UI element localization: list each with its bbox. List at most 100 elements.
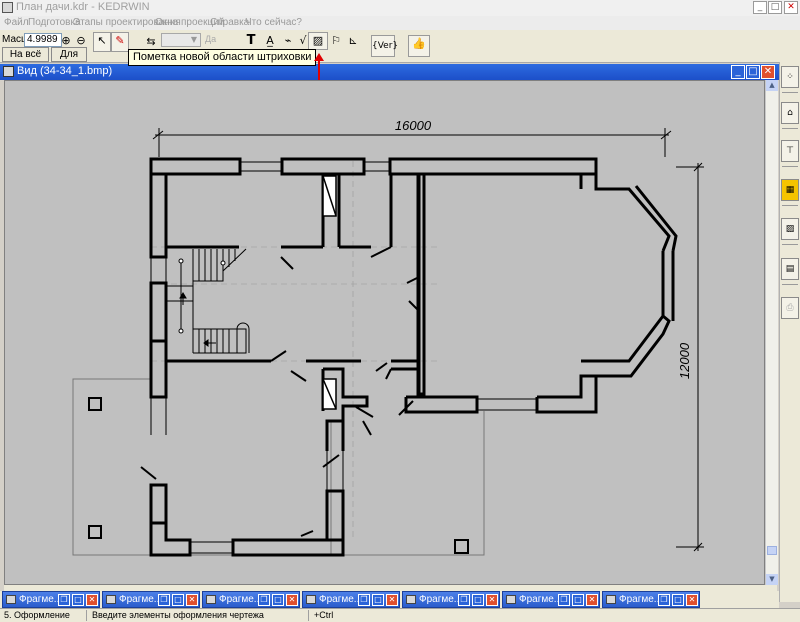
fragment-close-button[interactable]: ✕ (486, 594, 498, 606)
fragment-restore-button[interactable]: ❐ (458, 594, 470, 606)
house-outline-icon: ⌂ (787, 108, 793, 118)
fragment-restore-button[interactable]: ❐ (358, 594, 370, 606)
fragment-maximize-button[interactable]: □ (672, 594, 684, 606)
scroll-up-button[interactable]: ▲ (766, 80, 778, 91)
thumbs-up-icon: 👍 (412, 37, 426, 50)
fit-window-button[interactable]: На всё окно (2, 47, 49, 74)
stairs (166, 248, 250, 354)
dimension-height-label: 12000 (677, 342, 692, 379)
zoom-in-icon: ⊕ (61, 34, 71, 47)
columns (88, 397, 469, 554)
fragment-tab[interactable]: Фрагме... ❐ □ ✕ (102, 591, 200, 608)
scroll-thumb[interactable] (767, 546, 777, 555)
stage-2-button[interactable]: ⌂ (781, 102, 799, 124)
scroll-down-button[interactable]: ▼ (766, 574, 778, 585)
fragment-icon (106, 595, 116, 604)
fragment-restore-button[interactable]: ❐ (58, 594, 70, 606)
fragment-maximize-button[interactable]: □ (572, 594, 584, 606)
fragment-tab[interactable]: Фрагме... ❐ □ ✕ (602, 591, 700, 608)
building-icon: ▦ (785, 185, 795, 195)
fragment-label: Фрагме... (319, 594, 363, 605)
menu-file[interactable]: Файл (4, 17, 29, 28)
hatch-tool[interactable]: ▨ (308, 32, 328, 50)
fragment-tab[interactable]: Фрагме... ❐ □ ✕ (402, 591, 500, 608)
roughness-icon: √ (299, 34, 307, 47)
fragment-close-button[interactable]: ✕ (686, 594, 698, 606)
fragment-maximize-button[interactable]: □ (372, 594, 384, 606)
stage-6-button[interactable]: ▤ (781, 258, 799, 280)
fragment-maximize-button[interactable]: □ (472, 594, 484, 606)
stage-4-button[interactable]: ▦ (781, 179, 799, 201)
fragment-icon (6, 595, 16, 604)
walls (149, 157, 678, 557)
fragment-icon (406, 595, 416, 604)
menu-what-now[interactable]: Что сейчас? (245, 17, 302, 28)
fragment-restore-button[interactable]: ❐ (158, 594, 170, 606)
base-tool[interactable]: ⊾ (343, 32, 363, 50)
doc-minimize-button[interactable]: _ (731, 65, 745, 79)
layer-select[interactable]: ▼ (161, 33, 201, 47)
vertical-scrollbar[interactable]: ▲ ▼ (765, 80, 778, 585)
drawing-canvas[interactable]: 16000 12000 (4, 80, 765, 585)
disabled-button: Да (205, 34, 217, 44)
fragment-restore-button[interactable]: ❐ (558, 594, 570, 606)
fragment-close-button[interactable]: ✕ (386, 594, 398, 606)
status-stage: 5. Оформление (0, 610, 87, 621)
zoom-out-icon: ⊖ (76, 34, 86, 47)
fragment-maximize-button[interactable]: □ (172, 594, 184, 606)
fragment-tab[interactable]: Фрагме... ❐ □ ✕ (2, 591, 100, 608)
stair-nodes (178, 258, 226, 334)
minimize-button[interactable]: _ (753, 1, 767, 14)
doc-maximize-button[interactable]: □ (746, 65, 760, 79)
app-titlebar: План дачи.kdr - KEDRWIN _ □ ✕ (0, 0, 800, 16)
panel-divider (782, 284, 798, 289)
panel-divider (782, 92, 798, 97)
hatch-stage-icon: ▨ (785, 224, 795, 234)
ver-button[interactable]: {Ver} (371, 35, 398, 57)
fragment-label: Фрагме... (619, 594, 663, 605)
fragment-close-button[interactable]: ✕ (286, 594, 298, 606)
floor-plan: 16000 12000 (72, 118, 704, 557)
foundation-outline (72, 378, 485, 556)
fragment-tab[interactable]: Фрагме... ❐ □ ✕ (202, 591, 300, 608)
status-modifier: +Ctrl (314, 610, 334, 620)
fragment-close-button[interactable]: ✕ (586, 594, 598, 606)
close-button[interactable]: ✕ (784, 1, 798, 14)
maximize-button[interactable]: □ (768, 1, 782, 14)
menu-help[interactable]: Справка (210, 17, 249, 28)
fragment-tab[interactable]: Фрагме... ❐ □ ✕ (502, 591, 600, 608)
text-leader-tool[interactable]: A̲ (260, 32, 280, 50)
delete-tool[interactable]: ✎ (111, 32, 129, 52)
stage-1-button[interactable]: ⁘ (781, 66, 799, 88)
doc-close-button[interactable]: ✕ (761, 65, 775, 79)
eraser-icon: ✎ (115, 34, 125, 47)
fragment-maximize-button[interactable]: □ (272, 594, 284, 606)
arrow-up-icon: ▲ (769, 81, 775, 89)
fragment-label: Фрагме... (419, 594, 463, 605)
fragment-label: Фрагме... (119, 594, 163, 605)
document-title: Вид (34-34_1.bmp) (17, 65, 113, 77)
flag-icon: ⚐ (331, 34, 341, 47)
dimension-icon: ⌁ (284, 34, 292, 47)
fragment-close-button[interactable]: ✕ (186, 594, 198, 606)
stage-5-button[interactable]: ▨ (781, 218, 799, 240)
pointer-icon: ↖ (97, 34, 107, 47)
fragment-tab[interactable]: Фрагме... ❐ □ ✕ (302, 591, 400, 608)
document-icon: ▤ (785, 264, 795, 274)
for-all-button[interactable]: Для всех (51, 47, 87, 74)
text-tool[interactable]: T (241, 32, 261, 50)
text-leader-icon: A̲ (266, 34, 274, 47)
fragment-restore-button[interactable]: ❐ (258, 594, 270, 606)
fragment-bar: Фрагме... ❐ □ ✕ Фрагме... ❐ □ ✕ Фрагме..… (0, 591, 779, 608)
fragment-restore-button[interactable]: ❐ (658, 594, 670, 606)
app-icon (2, 2, 13, 13)
fragment-maximize-button[interactable]: □ (72, 594, 84, 606)
app-title: План дачи.kdr - KEDRWIN (16, 1, 150, 13)
ok-button[interactable]: 👍 (408, 35, 430, 57)
stage-3-button[interactable]: ⊤ (781, 140, 799, 162)
fragment-close-button[interactable]: ✕ (86, 594, 98, 606)
print-button[interactable]: ⎙ (781, 297, 799, 319)
dimension-width-label: 16000 (395, 118, 432, 133)
select-tool[interactable]: ↖ (93, 32, 111, 52)
tooltip: Пометка новой области штриховки (128, 49, 317, 66)
